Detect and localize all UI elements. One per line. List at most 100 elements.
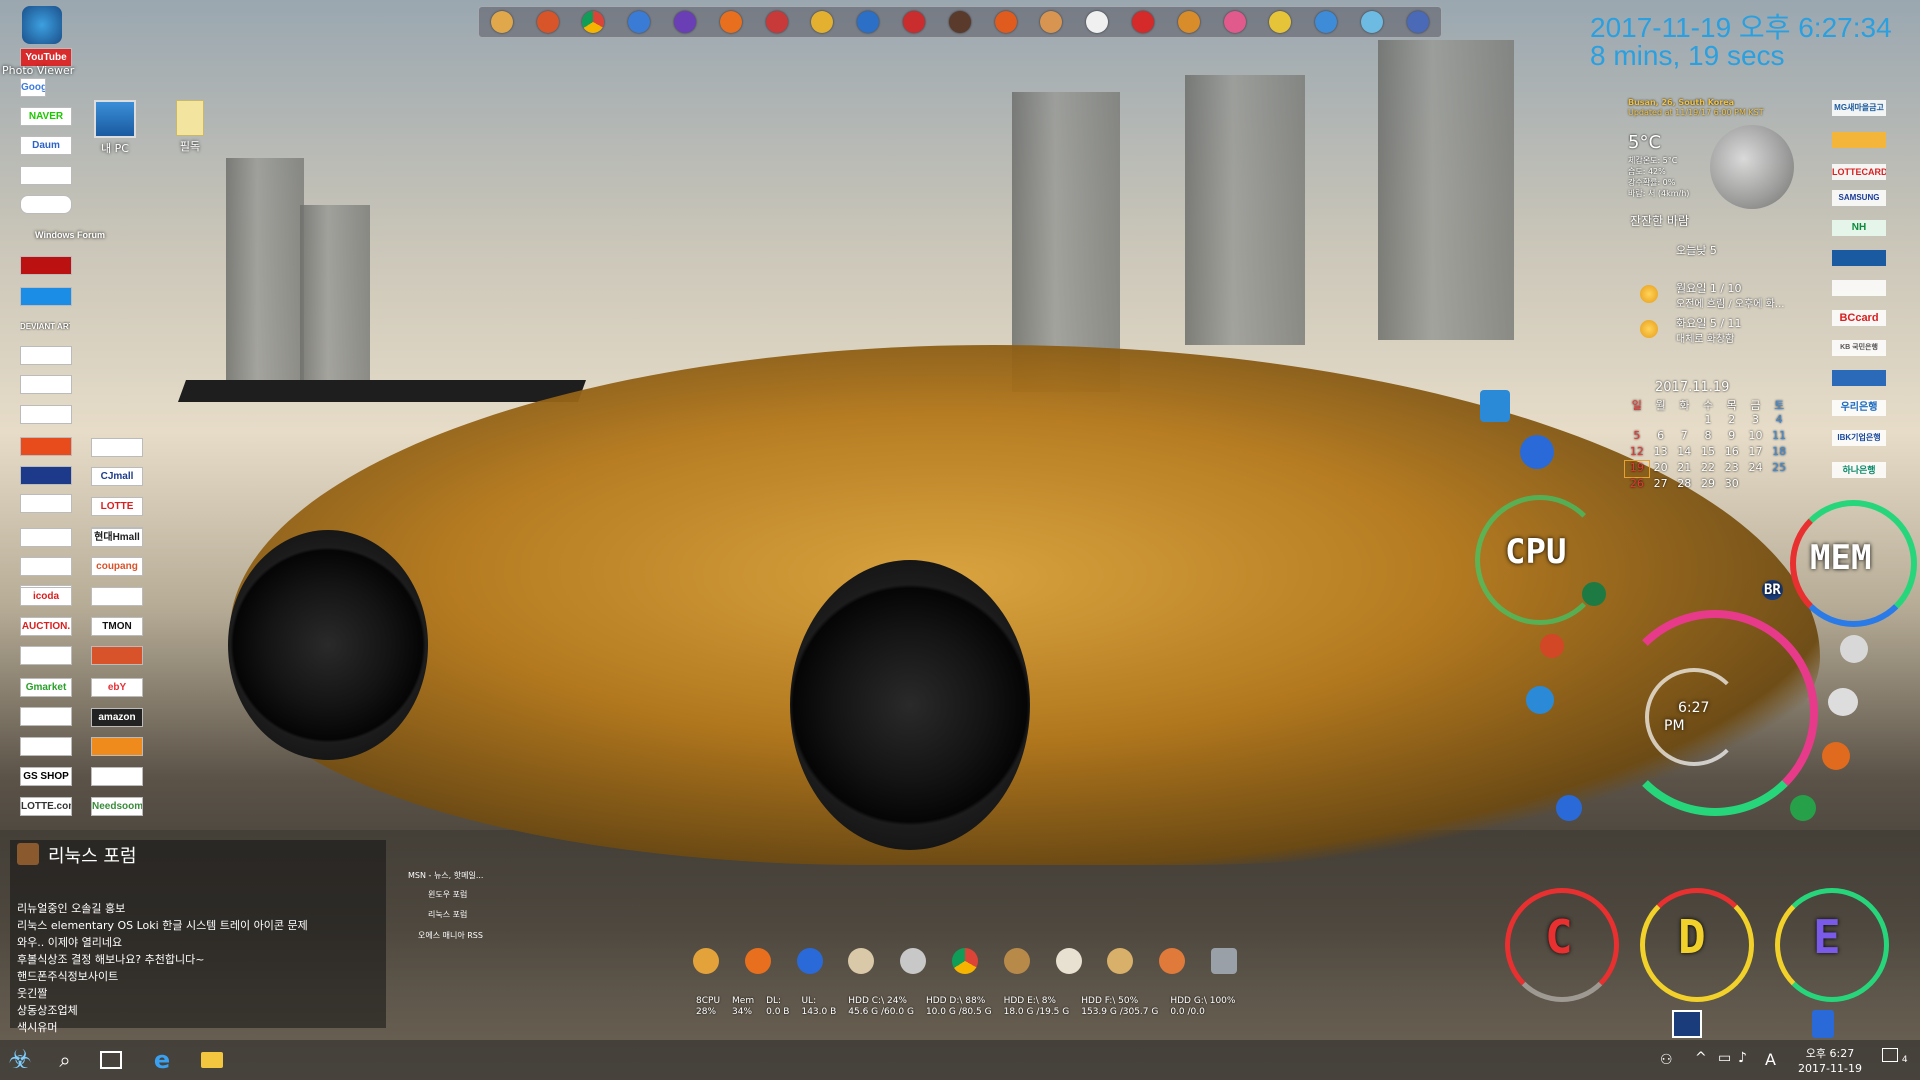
firefox-alt-icon[interactable] — [1159, 948, 1186, 974]
water-icon[interactable] — [1361, 11, 1384, 33]
bank-link[interactable]: SAMSUNG — [1832, 190, 1886, 206]
auction-tile[interactable]: AUCTION. — [20, 617, 72, 636]
tools-icon[interactable] — [1003, 948, 1030, 974]
link-tile-12[interactable] — [20, 375, 72, 394]
link-tile-22[interactable] — [20, 646, 72, 665]
icoda-tile[interactable]: icoda — [20, 587, 72, 606]
ebay-tile[interactable]: ebY — [91, 678, 143, 697]
calendar-day[interactable]: 24 — [1744, 461, 1768, 477]
bank-link[interactable]: 우리은행 — [1832, 400, 1886, 416]
lotte-tile[interactable]: LOTTE — [91, 497, 143, 516]
disc-icon[interactable] — [1177, 11, 1200, 33]
news-item[interactable]: 리눅스 elementary OS Loki 한글 시스템 트레이 아이콘 문제 — [17, 917, 308, 933]
link-tile-11[interactable] — [20, 346, 72, 365]
calendar-day[interactable]: 11 — [1767, 429, 1791, 445]
ime-indicator[interactable]: A — [1765, 1050, 1776, 1069]
calendar-day[interactable]: 15 — [1696, 445, 1720, 461]
firefox-icon[interactable] — [719, 11, 742, 33]
mobile-icon[interactable] — [1812, 1010, 1834, 1038]
lotte-com-tile[interactable]: LOTTE.com — [20, 797, 72, 816]
mail-icon[interactable] — [900, 948, 927, 974]
crescent-icon[interactable] — [1520, 435, 1554, 469]
task-view-button[interactable] — [96, 1045, 126, 1075]
media-icon[interactable] — [1055, 948, 1082, 974]
link-tile-17[interactable] — [20, 528, 72, 547]
cd-icon[interactable] — [1107, 948, 1134, 974]
calendar-day[interactable]: 7 — [1672, 429, 1696, 445]
bank-link[interactable]: MG새마을금고 — [1832, 100, 1886, 116]
bank-link[interactable]: 하나은행 — [1832, 462, 1886, 478]
edge-button[interactable]: e — [147, 1045, 177, 1075]
news-item[interactable]: 후볼식상조 결정 해보나요? 추천합니다~ — [17, 951, 204, 967]
globe-blue-icon[interactable] — [1526, 686, 1554, 714]
calendar-day[interactable]: 16 — [1720, 445, 1744, 461]
link-tile-15[interactable] — [20, 466, 72, 485]
cd-icon[interactable] — [811, 11, 834, 33]
calendar-day[interactable]: 25 — [1767, 461, 1791, 477]
calendar-day[interactable]: 6 — [1649, 429, 1673, 445]
pencil-icon[interactable] — [1269, 11, 1292, 33]
calendar-day[interactable]: 22 — [1696, 461, 1720, 477]
pacman-icon[interactable] — [1086, 11, 1109, 33]
calendar-day[interactable] — [1744, 477, 1768, 493]
link-tile-8[interactable] — [20, 256, 72, 275]
link-tile-18[interactable] — [20, 557, 72, 576]
link-tile-16[interactable] — [20, 494, 72, 513]
tray-people-icon[interactable]: ⚇ — [1660, 1052, 1673, 1068]
calendar-day[interactable]: 12 — [1625, 445, 1649, 461]
excel-icon[interactable] — [1582, 582, 1606, 606]
deviantart-tile[interactable]: DEVIANT ART — [20, 318, 70, 335]
link-tile-c2-1[interactable] — [91, 438, 143, 457]
news-item[interactable]: 색시유머 — [17, 1019, 57, 1035]
calendar-day[interactable]: 27 — [1649, 477, 1673, 493]
calendar-day[interactable]: 23 — [1720, 461, 1744, 477]
firefox-icon[interactable] — [744, 948, 771, 974]
font-icon[interactable] — [1556, 795, 1582, 821]
tray-volume-icon[interactable]: ♪ — [1738, 1050, 1747, 1066]
calendar-day[interactable]: 2 — [1720, 413, 1744, 429]
calendar-day[interactable]: 5 — [1625, 429, 1649, 445]
news-item[interactable]: 와우.. 이제야 열리네요 — [17, 934, 122, 950]
link-tile-24[interactable] — [20, 707, 72, 726]
link-tile-c2-13[interactable] — [91, 767, 143, 786]
craft-icon[interactable] — [1040, 11, 1063, 33]
feed-item[interactable]: 리눅스 포럼 — [428, 909, 467, 920]
needsoom-tile[interactable]: Needsoom — [91, 797, 143, 816]
link-tile-c2-12[interactable] — [91, 737, 143, 756]
calendar-day[interactable] — [1649, 413, 1673, 429]
feed-item[interactable]: 윈도우 포럼 — [428, 889, 467, 900]
rocket-icon[interactable] — [848, 948, 875, 974]
paint-icon[interactable] — [765, 11, 788, 33]
google-tile[interactable]: Google — [20, 78, 46, 97]
gear-icon[interactable] — [1840, 635, 1868, 663]
bank-link[interactable]: IBK기업은행 — [1832, 430, 1886, 446]
readme-shortcut[interactable]: 필독 — [160, 100, 220, 154]
folder-icon[interactable] — [692, 948, 719, 974]
bank-link[interactable]: NH — [1832, 220, 1886, 236]
trash-icon[interactable] — [1211, 948, 1238, 974]
bank-link[interactable] — [1832, 280, 1886, 296]
puzzle-icon[interactable] — [1223, 11, 1246, 33]
news-item[interactable]: 웃긴짤 — [17, 985, 47, 1001]
skull-icon[interactable] — [948, 11, 971, 33]
news-item[interactable]: 상동상조업체 — [17, 1002, 78, 1018]
calendar-day[interactable]: 20 — [1649, 461, 1673, 477]
tray-network-icon[interactable]: ▭ — [1718, 1050, 1731, 1066]
naver-tile[interactable]: NAVER — [20, 107, 72, 126]
coupang-tile[interactable]: coupang — [91, 557, 143, 576]
link-tile-25[interactable] — [20, 737, 72, 756]
red-icon[interactable] — [1132, 11, 1155, 33]
calendar-day[interactable]: 9 — [1720, 429, 1744, 445]
calendar-day[interactable]: 4 — [1767, 413, 1791, 429]
link-tile-5[interactable] — [20, 166, 72, 185]
calendar-day[interactable]: 8 — [1696, 429, 1720, 445]
bank-link[interactable]: BCcard — [1832, 310, 1886, 326]
start-button[interactable]: ☣ — [5, 1045, 35, 1075]
powerpoint-icon[interactable] — [1540, 634, 1564, 658]
my-pc-shortcut[interactable]: 내 PC — [85, 100, 145, 156]
gmarket-tile[interactable]: Gmarket — [20, 678, 72, 697]
tray-chevron-icon[interactable]: ^ — [1695, 1050, 1707, 1066]
link-tile-c2-7[interactable] — [91, 587, 143, 606]
amazon-tile[interactable]: amazon — [91, 708, 143, 727]
hmall-tile[interactable]: 현대Hmall — [91, 528, 143, 547]
